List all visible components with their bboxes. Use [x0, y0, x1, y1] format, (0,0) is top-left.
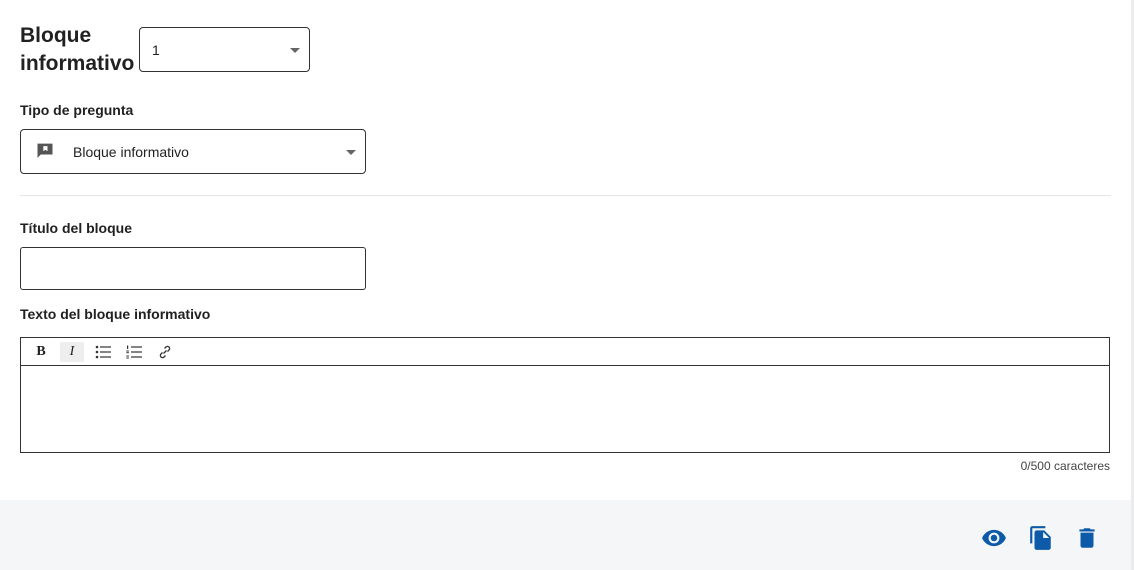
- block-number-select[interactable]: 1: [139, 27, 310, 72]
- character-counter: 0/500 caracteres: [1020, 459, 1110, 473]
- rich-text-editor: B I: [20, 337, 1110, 453]
- bold-button[interactable]: B: [29, 342, 53, 362]
- numbered-list-button[interactable]: [122, 342, 146, 362]
- eye-icon: [982, 529, 1006, 547]
- announcement-flag-icon: [35, 142, 55, 162]
- bullet-list-icon: [95, 345, 111, 358]
- numbered-list-icon: [126, 345, 142, 358]
- action-footer: [0, 500, 1134, 570]
- delete-button[interactable]: [1073, 524, 1101, 552]
- italic-button[interactable]: I: [60, 341, 84, 362]
- question-type-select[interactable]: Bloque informativo: [20, 129, 366, 174]
- block-title-label: Título del bloque: [20, 220, 132, 236]
- editor-content-area[interactable]: [21, 366, 1109, 453]
- question-type-label: Tipo de pregunta: [20, 102, 134, 118]
- section-divider: [20, 195, 1111, 196]
- block-number-value: 1: [152, 41, 160, 58]
- trash-icon: [1079, 528, 1095, 548]
- block-title-input[interactable]: [20, 247, 366, 290]
- block-text-label: Texto del bloque informativo: [20, 306, 211, 322]
- editor-toolbar: B I: [21, 338, 1109, 366]
- block-title-line1: Bloque: [20, 24, 92, 47]
- bullet-list-button[interactable]: [91, 342, 115, 362]
- block-title: Bloque informativo: [20, 22, 139, 78]
- link-button[interactable]: [153, 342, 177, 362]
- link-icon: [159, 345, 171, 358]
- chevron-down-icon: [346, 149, 356, 155]
- duplicate-button[interactable]: [1027, 524, 1055, 552]
- preview-button[interactable]: [980, 524, 1008, 552]
- copy-icon: [1030, 526, 1051, 550]
- block-header: Bloque informativo: [20, 22, 139, 78]
- chevron-down-icon: [290, 47, 300, 53]
- question-type-value: Bloque informativo: [73, 143, 189, 160]
- block-title-line2: informativo: [20, 52, 135, 75]
